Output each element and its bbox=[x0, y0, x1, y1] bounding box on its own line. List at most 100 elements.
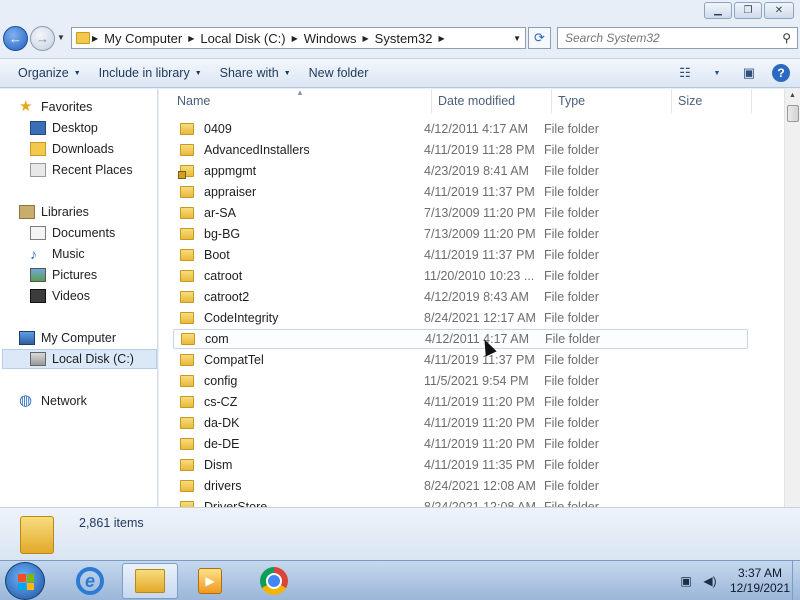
table-row[interactable]: DriverStore 8/24/2021 12:08 AM File folder bbox=[173, 497, 748, 507]
chevron-right-icon[interactable]: ▶ bbox=[188, 34, 194, 43]
folder-icon bbox=[180, 354, 194, 366]
address-bar[interactable]: ▶ My Computer ▶ Local Disk (C:) ▶ Window… bbox=[71, 27, 526, 49]
taskbar-internet-explorer[interactable]: e bbox=[62, 563, 118, 599]
file-name: bg-BG bbox=[204, 227, 241, 241]
search-box[interactable]: ⚲ bbox=[557, 27, 798, 49]
table-row[interactable]: appraiser 4/11/2019 11:37 PM File folder bbox=[173, 182, 748, 202]
table-row[interactable]: da-DK 4/11/2019 11:20 PM File folder bbox=[173, 413, 748, 433]
volume-icon[interactable]: ◀) bbox=[702, 573, 718, 589]
file-date: 7/13/2009 11:20 PM bbox=[424, 227, 536, 241]
view-options-dropdown-icon[interactable]: ▼ bbox=[708, 65, 726, 81]
table-row[interactable]: bg-BG 7/13/2009 11:20 PM File folder bbox=[173, 224, 748, 244]
help-icon[interactable]: ? bbox=[772, 64, 790, 82]
file-name: 0409 bbox=[204, 122, 232, 136]
scrollbar-thumb[interactable] bbox=[787, 105, 799, 122]
recent-pages-dropdown[interactable]: ▼ bbox=[57, 33, 65, 42]
table-row[interactable]: CompatTel 4/11/2019 11:37 PM File folder bbox=[173, 350, 748, 370]
preview-pane-icon[interactable]: ▣ bbox=[740, 65, 758, 81]
table-row[interactable]: Dism 4/11/2019 11:35 PM File folder bbox=[173, 455, 748, 475]
file-name: catroot2 bbox=[204, 290, 250, 304]
file-type: File folder bbox=[544, 311, 599, 325]
file-type: File folder bbox=[544, 164, 599, 178]
taskbar-windows-explorer[interactable] bbox=[122, 563, 178, 599]
file-type: File folder bbox=[544, 206, 599, 220]
chrome-icon bbox=[260, 567, 288, 595]
network-status-icon[interactable]: ▣ bbox=[678, 573, 694, 589]
close-button[interactable]: ✕ bbox=[764, 2, 794, 19]
table-row[interactable]: AdvancedInstallers 4/11/2019 11:28 PM File… bbox=[173, 140, 748, 160]
file-name: config bbox=[204, 374, 238, 388]
start-button[interactable] bbox=[5, 562, 45, 600]
file-name: Boot bbox=[204, 248, 230, 262]
search-input[interactable] bbox=[565, 31, 775, 45]
column-date-modified[interactable]: Date modified bbox=[432, 89, 552, 113]
view-controls: ☷ ▼ ▣ ? bbox=[676, 64, 790, 82]
table-row[interactable]: cs-CZ 4/11/2019 11:20 PM File folder bbox=[173, 392, 748, 412]
nav-label: Documents bbox=[52, 226, 116, 240]
vertical-scrollbar[interactable]: ▲ bbox=[784, 89, 800, 507]
file-date: 8/24/2021 12:08 AM bbox=[424, 500, 536, 507]
file-name: ar-SA bbox=[204, 206, 236, 220]
new-folder-button[interactable]: New folder bbox=[309, 66, 369, 80]
table-row[interactable]: CodeIntegrity 8/24/2021 12:17 AM File fold… bbox=[173, 308, 748, 328]
forward-button[interactable]: → bbox=[30, 26, 55, 51]
table-row[interactable]: Boot 4/11/2019 11:37 PM File folder bbox=[173, 245, 748, 265]
nav-my-computer[interactable]: My Computer bbox=[19, 328, 176, 348]
pictures-icon bbox=[30, 268, 46, 282]
chevron-right-icon[interactable]: ▶ bbox=[92, 34, 98, 43]
file-date: 4/11/2019 11:35 PM bbox=[424, 458, 535, 472]
show-desktop-button[interactable] bbox=[792, 561, 800, 600]
table-row[interactable]: ar-SA 7/13/2009 11:20 PM File folder bbox=[173, 203, 748, 223]
nav-network[interactable]: ◍ Network bbox=[19, 391, 176, 411]
table-row[interactable]: drivers 8/24/2021 12:08 AM File folder bbox=[173, 476, 748, 496]
taskbar-media-player[interactable]: ▶ bbox=[182, 563, 238, 599]
chevron-right-icon[interactable]: ▶ bbox=[438, 34, 444, 43]
breadcrumb-windows[interactable]: Windows bbox=[304, 31, 357, 46]
include-in-library-menu[interactable]: Include in library ▼ bbox=[99, 66, 202, 80]
clock[interactable]: 3:37 AM 12/19/2021 bbox=[726, 566, 794, 596]
refresh-button[interactable]: ⟳ bbox=[528, 27, 551, 49]
share-label: Share with bbox=[219, 66, 279, 80]
taskbar-chrome[interactable] bbox=[246, 563, 302, 599]
column-size[interactable]: Size bbox=[672, 89, 752, 113]
folder-icon bbox=[180, 186, 194, 198]
file-date: 4/11/2019 11:37 PM bbox=[424, 353, 535, 367]
file-date: 4/11/2019 11:37 PM bbox=[424, 185, 535, 199]
chevron-right-icon[interactable]: ▶ bbox=[363, 34, 369, 43]
downloads-icon bbox=[30, 142, 46, 156]
share-with-menu[interactable]: Share with ▼ bbox=[220, 66, 291, 80]
breadcrumb-system32[interactable]: System32 bbox=[375, 31, 433, 46]
nav-local-disk[interactable]: Local Disk (C:) bbox=[2, 349, 157, 369]
file-type: File folder bbox=[544, 353, 599, 367]
change-view-icon[interactable]: ☷ bbox=[676, 65, 694, 81]
file-name: cs-CZ bbox=[204, 395, 238, 409]
search-icon[interactable]: ⚲ bbox=[782, 31, 791, 45]
music-icon: ♪ bbox=[30, 246, 37, 262]
table-row[interactable]: catroot 11/20/2010 10:23 ... File folder bbox=[173, 266, 748, 286]
nav-label: Libraries bbox=[41, 205, 89, 219]
table-row[interactable]: appmgmt 4/23/2019 8:41 AM File folder bbox=[173, 161, 748, 181]
breadcrumb-local-disk[interactable]: Local Disk (C:) bbox=[200, 31, 285, 46]
table-row[interactable]: config 11/5/2021 9:54 PM File folder bbox=[173, 371, 748, 391]
table-row[interactable]: 0409 4/12/2011 4:17 AM File folder bbox=[173, 119, 748, 139]
file-name-cell: da-DK bbox=[173, 416, 424, 430]
table-row[interactable]: com 4/12/2011 4:17 AM File folder bbox=[173, 329, 748, 349]
scroll-up-icon[interactable]: ▲ bbox=[789, 92, 796, 99]
column-type[interactable]: Type bbox=[552, 89, 672, 113]
organize-menu[interactable]: Organize ▼ bbox=[18, 66, 81, 80]
table-row[interactable]: de-DE 4/11/2019 11:20 PM File folder bbox=[173, 434, 748, 454]
chevron-right-icon[interactable]: ▶ bbox=[292, 34, 298, 43]
minimize-button[interactable]: ▁ bbox=[704, 2, 732, 19]
nav-favorites[interactable]: ★ Favorites bbox=[19, 97, 176, 117]
new-folder-label: New folder bbox=[308, 66, 369, 80]
nav-libraries[interactable]: Libraries bbox=[19, 202, 176, 222]
address-dropdown-icon[interactable]: ▼ bbox=[513, 34, 521, 43]
restore-button[interactable]: ❐ bbox=[734, 2, 762, 19]
folder-icon bbox=[181, 333, 195, 345]
table-row[interactable]: catroot2 4/12/2019 8:43 AM File folder bbox=[173, 287, 748, 307]
file-type: File folder bbox=[544, 248, 599, 262]
breadcrumb-my-computer[interactable]: My Computer bbox=[104, 31, 182, 46]
nav-label: Desktop bbox=[52, 121, 98, 135]
back-button[interactable]: ← bbox=[3, 26, 28, 51]
file-type: File folder bbox=[544, 374, 599, 388]
